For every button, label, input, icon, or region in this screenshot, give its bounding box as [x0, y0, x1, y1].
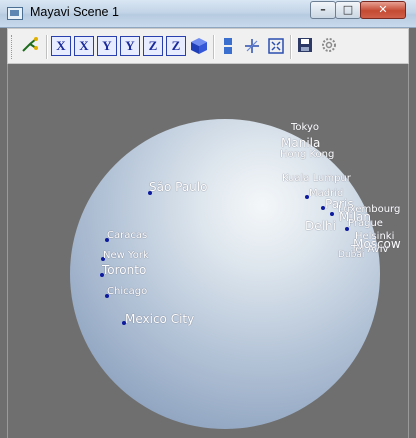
- view-x-plus-icon[interactable]: X: [51, 36, 71, 56]
- city-label: Kuala Lumpur: [282, 173, 351, 184]
- title-bar: Mayavi Scene 1 – □ ✕: [0, 0, 416, 28]
- city-label: Toronto: [102, 263, 147, 277]
- city-label: Mexico City: [125, 312, 195, 326]
- view-z-plus-icon[interactable]: Z: [143, 36, 163, 56]
- toolbar: X X Y Y Z Z: [7, 28, 409, 64]
- app-icon: [7, 7, 23, 20]
- city-marker: [330, 212, 334, 216]
- city-label: Dubai: [338, 250, 365, 260]
- settings-icon[interactable]: [319, 36, 339, 56]
- axes-indicator-icon[interactable]: [242, 36, 262, 56]
- city-label: New York: [103, 250, 149, 261]
- pipeline-icon[interactable]: [20, 36, 40, 56]
- minimize-button[interactable]: –: [310, 1, 336, 19]
- city-label: Chicago: [107, 286, 148, 297]
- maximize-button[interactable]: □: [335, 1, 361, 19]
- view-y-plus-icon[interactable]: Y: [97, 36, 117, 56]
- save-icon[interactable]: [295, 36, 315, 56]
- city-label: Prague: [348, 218, 383, 229]
- isometric-view-icon[interactable]: [189, 36, 209, 56]
- city-label: Tokyo: [291, 122, 319, 133]
- scene-viewport[interactable]: Tokyo Manila Hong Kong Kuala Lumpur Madr…: [7, 64, 409, 438]
- city-label: Caracas: [107, 230, 148, 241]
- close-button[interactable]: ✕: [360, 1, 406, 19]
- view-x-minus-icon[interactable]: X: [74, 36, 94, 56]
- toolbar-grip[interactable]: [11, 35, 15, 59]
- window-title: Mayavi Scene 1: [30, 5, 119, 19]
- view-y-minus-icon[interactable]: Y: [120, 36, 140, 56]
- city-label: Delhi: [305, 219, 336, 233]
- city-label: São Paulo: [149, 180, 208, 194]
- parallel-projection-icon[interactable]: [218, 36, 238, 56]
- city-label: Hong Kong: [280, 149, 335, 160]
- city-label: Manila: [281, 136, 321, 150]
- view-z-minus-icon[interactable]: Z: [166, 36, 186, 56]
- fullscreen-icon[interactable]: [266, 36, 286, 56]
